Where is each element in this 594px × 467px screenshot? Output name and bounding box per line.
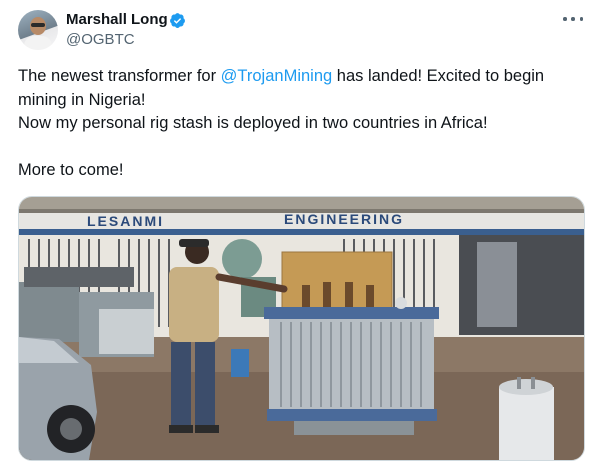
avatar[interactable] xyxy=(18,10,58,50)
tweet-text: The newest transformer for @TrojanMining… xyxy=(18,65,578,183)
sign-text-right: ENGINEERING xyxy=(284,211,404,227)
tweet-photo[interactable]: LESANMI ENGINEERING xyxy=(18,196,585,461)
more-options-icon[interactable] xyxy=(563,12,583,26)
verified-badge-icon xyxy=(170,13,185,28)
mention-link[interactable]: @TrojanMining xyxy=(221,67,333,85)
author-name[interactable]: Marshall Long xyxy=(66,11,168,29)
tweet-line-2: Now my personal rig stash is deployed in… xyxy=(18,114,488,132)
sign-text-left: LESANMI xyxy=(87,213,164,229)
author-handle[interactable]: @OGBTC xyxy=(66,31,135,49)
tweet-line-1: The newest transformer for @TrojanMining… xyxy=(18,67,545,109)
tweet-line-3: More to come! xyxy=(18,161,124,179)
